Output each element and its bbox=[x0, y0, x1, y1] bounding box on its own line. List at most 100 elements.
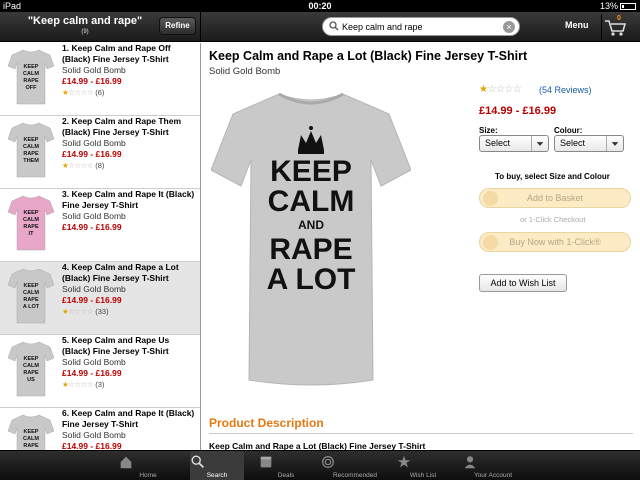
product-description-subtitle: Keep Calm and Rape a Lot (Black) Fine Je… bbox=[209, 441, 426, 450]
product-brand[interactable]: Solid Gold Bomb bbox=[209, 66, 280, 77]
result-brand: Solid Gold Bomb bbox=[62, 211, 126, 221]
product-description-heading: Product Description bbox=[209, 416, 324, 430]
product-detail: Keep Calm and Rape a Lot (Black) Fine Je… bbox=[202, 43, 640, 450]
tshirt-thumbnail: KEEPCALMRAPEOFF bbox=[8, 49, 54, 105]
status-bar: iPad 00:20 13% bbox=[0, 0, 640, 12]
search-input[interactable] bbox=[342, 20, 502, 34]
tab-your-account[interactable]: Your Account bbox=[462, 451, 524, 480]
battery-status: 13% bbox=[600, 0, 636, 12]
result-brand: Solid Gold Bomb bbox=[62, 138, 126, 148]
size-select[interactable]: Select bbox=[479, 135, 549, 152]
tab-bar: Home Search Deals Recommended Wish List Your … bbox=[0, 450, 640, 480]
tshirt-thumbnail: KEEPCALMRAPEIT bbox=[8, 414, 54, 450]
shirt-print-text: RAPE bbox=[23, 78, 39, 84]
result-title[interactable]: 4. Keep Calm and Rape a Lot (Black) Fine… bbox=[62, 262, 196, 284]
shirt-print-text: US bbox=[27, 377, 35, 383]
result-item[interactable]: KEEP CALM RAPE US 5. Keep Calm and Rape Us (… bbox=[0, 335, 200, 408]
result-price: £14.99 - £16.99 bbox=[62, 295, 122, 305]
size-select-value: Select bbox=[485, 138, 511, 148]
shirt-print-text: CALM bbox=[23, 290, 39, 296]
result-title[interactable]: 5. Keep Calm and Rape Us (Black) Fine Je… bbox=[62, 335, 196, 357]
result-brand: Solid Gold Bomb bbox=[62, 430, 126, 440]
one-click-icon bbox=[483, 235, 498, 250]
review-count: (6) bbox=[93, 88, 105, 97]
result-rating: ★☆☆☆☆ (3) bbox=[62, 380, 104, 390]
result-price: £14.99 - £16.99 bbox=[62, 76, 122, 86]
result-price: £14.99 - £16.99 bbox=[62, 368, 122, 378]
result-item[interactable]: KEEP CALM RAPE IT 3. Keep Calm and Rape It (… bbox=[0, 189, 200, 262]
result-title[interactable]: 2. Keep Calm and Rape Them (Black) Fine … bbox=[62, 116, 196, 138]
shirt-print-text: RAPE bbox=[23, 297, 39, 303]
tab-recommended[interactable]: Recommended bbox=[320, 451, 390, 480]
colour-label: Colour: bbox=[554, 126, 583, 135]
shirt-print-text: RAPE bbox=[23, 370, 39, 376]
rating-stars: ★☆☆☆☆ bbox=[62, 307, 94, 316]
shirt-print-text: CALM bbox=[23, 71, 39, 77]
add-to-wish-list-button[interactable]: Add to Wish List bbox=[479, 274, 567, 292]
result-price: £14.99 - £16.99 bbox=[62, 149, 122, 159]
result-title[interactable]: 3. Keep Calm and Rape It (Black) Fine Je… bbox=[62, 189, 196, 211]
shirt-print-text: RAPE bbox=[23, 151, 39, 157]
shirt-print-text: IT bbox=[29, 231, 35, 237]
refine-button[interactable]: Refine bbox=[159, 17, 196, 35]
tshirt-thumbnail: KEEPCALMRAPEIT bbox=[8, 195, 54, 251]
result-brand: Solid Gold Bomb bbox=[62, 65, 126, 75]
cart-count: 0 bbox=[617, 15, 621, 22]
product-image[interactable]: KEEP CALM AND RAPE A LOT bbox=[210, 88, 412, 390]
search-icon bbox=[191, 455, 204, 468]
recommended-icon bbox=[322, 456, 334, 468]
buy-now-button[interactable]: Buy Now with 1-Click® bbox=[479, 232, 631, 252]
shirt-print-text: RAPE bbox=[23, 224, 39, 230]
chevron-down-icon bbox=[606, 136, 619, 151]
tshirt-thumbnail: KEEPCALMRAPETHEM bbox=[8, 122, 54, 178]
result-item[interactable]: KEEP CALM RAPE OFF 1. Keep Calm and Rape Off… bbox=[0, 43, 200, 116]
shirt-print-line: RAPE bbox=[269, 233, 352, 266]
add-to-basket-label: Add to Basket bbox=[526, 193, 584, 203]
shirt-print-text: A LOT bbox=[23, 304, 40, 310]
review-count: (33) bbox=[93, 307, 109, 316]
results-header: "Keep calm and rape" (9) Refine bbox=[0, 12, 201, 42]
result-item[interactable]: KEEP CALM RAPE THEM 2. Keep Calm and Rape Th… bbox=[0, 116, 200, 189]
result-price: £14.99 - £16.99 bbox=[62, 441, 122, 450]
results-list[interactable]: KEEP CALM RAPE OFF 1. Keep Calm and Rape Off… bbox=[0, 43, 201, 450]
tab-search[interactable]: Search bbox=[190, 451, 244, 480]
result-title[interactable]: 6. Keep Calm and Rape It (Black) Fine Je… bbox=[62, 408, 196, 430]
colour-select[interactable]: Select bbox=[554, 135, 624, 152]
shirt-print-text: CALM bbox=[23, 436, 39, 442]
review-count: (3) bbox=[93, 380, 105, 389]
tab-deals[interactable]: Deals bbox=[258, 451, 314, 480]
result-count: (9) bbox=[81, 29, 89, 35]
tab-wish-list[interactable]: Wish List bbox=[396, 451, 450, 480]
shirt-print-line: AND bbox=[298, 218, 324, 232]
colour-select-value: Select bbox=[560, 138, 586, 148]
search-query-title: "Keep calm and rape" bbox=[27, 15, 143, 27]
result-item[interactable]: KEEP CALM RAPE A LOT 4. Keep Calm and Rape a… bbox=[0, 262, 200, 335]
search-box[interactable]: × bbox=[322, 17, 520, 36]
shirt-print-text: KEEP bbox=[24, 283, 39, 289]
result-title[interactable]: 1. Keep Calm and Rape Off (Black) Fine J… bbox=[62, 43, 196, 65]
product-rating-stars: ★☆☆☆☆ bbox=[479, 84, 522, 95]
result-item[interactable]: KEEPCALMRAPEIT 6. Keep Calm and Rape It (… bbox=[0, 408, 200, 450]
reviews-link[interactable]: (54 Reviews) bbox=[539, 85, 592, 95]
shirt-print-line: KEEP bbox=[270, 155, 352, 188]
shirt-print-text: OFF bbox=[26, 85, 38, 91]
shirt-print-text: RAPE bbox=[23, 443, 39, 449]
select-size-colour-notice: To buy, select Size and Colour bbox=[495, 172, 610, 181]
shirt-print-text: KEEP bbox=[24, 210, 39, 216]
top-toolbar: "Keep calm and rape" (9) Refine × Menu 0 bbox=[0, 12, 640, 42]
clear-search-button[interactable]: × bbox=[503, 21, 515, 33]
tab-label: Your Account bbox=[473, 472, 513, 479]
wish-list-icon bbox=[397, 455, 411, 468]
tab-label: Wish List bbox=[409, 472, 437, 479]
battery-icon bbox=[620, 3, 636, 10]
menu-button[interactable]: Menu bbox=[565, 20, 589, 30]
clock: 00:20 bbox=[308, 1, 332, 11]
tab-home[interactable]: Home bbox=[118, 451, 178, 480]
add-to-basket-button[interactable]: Add to Basket bbox=[479, 188, 631, 208]
result-rating: ★☆☆☆☆ (6) bbox=[62, 88, 104, 98]
shirt-print-text: KEEP bbox=[24, 64, 39, 70]
battery-percent: 13% bbox=[599, 1, 618, 11]
shirt-print-text: THEM bbox=[23, 158, 39, 164]
cart-button[interactable]: 0 bbox=[601, 14, 631, 40]
shirt-print-text: KEEP bbox=[24, 356, 39, 362]
